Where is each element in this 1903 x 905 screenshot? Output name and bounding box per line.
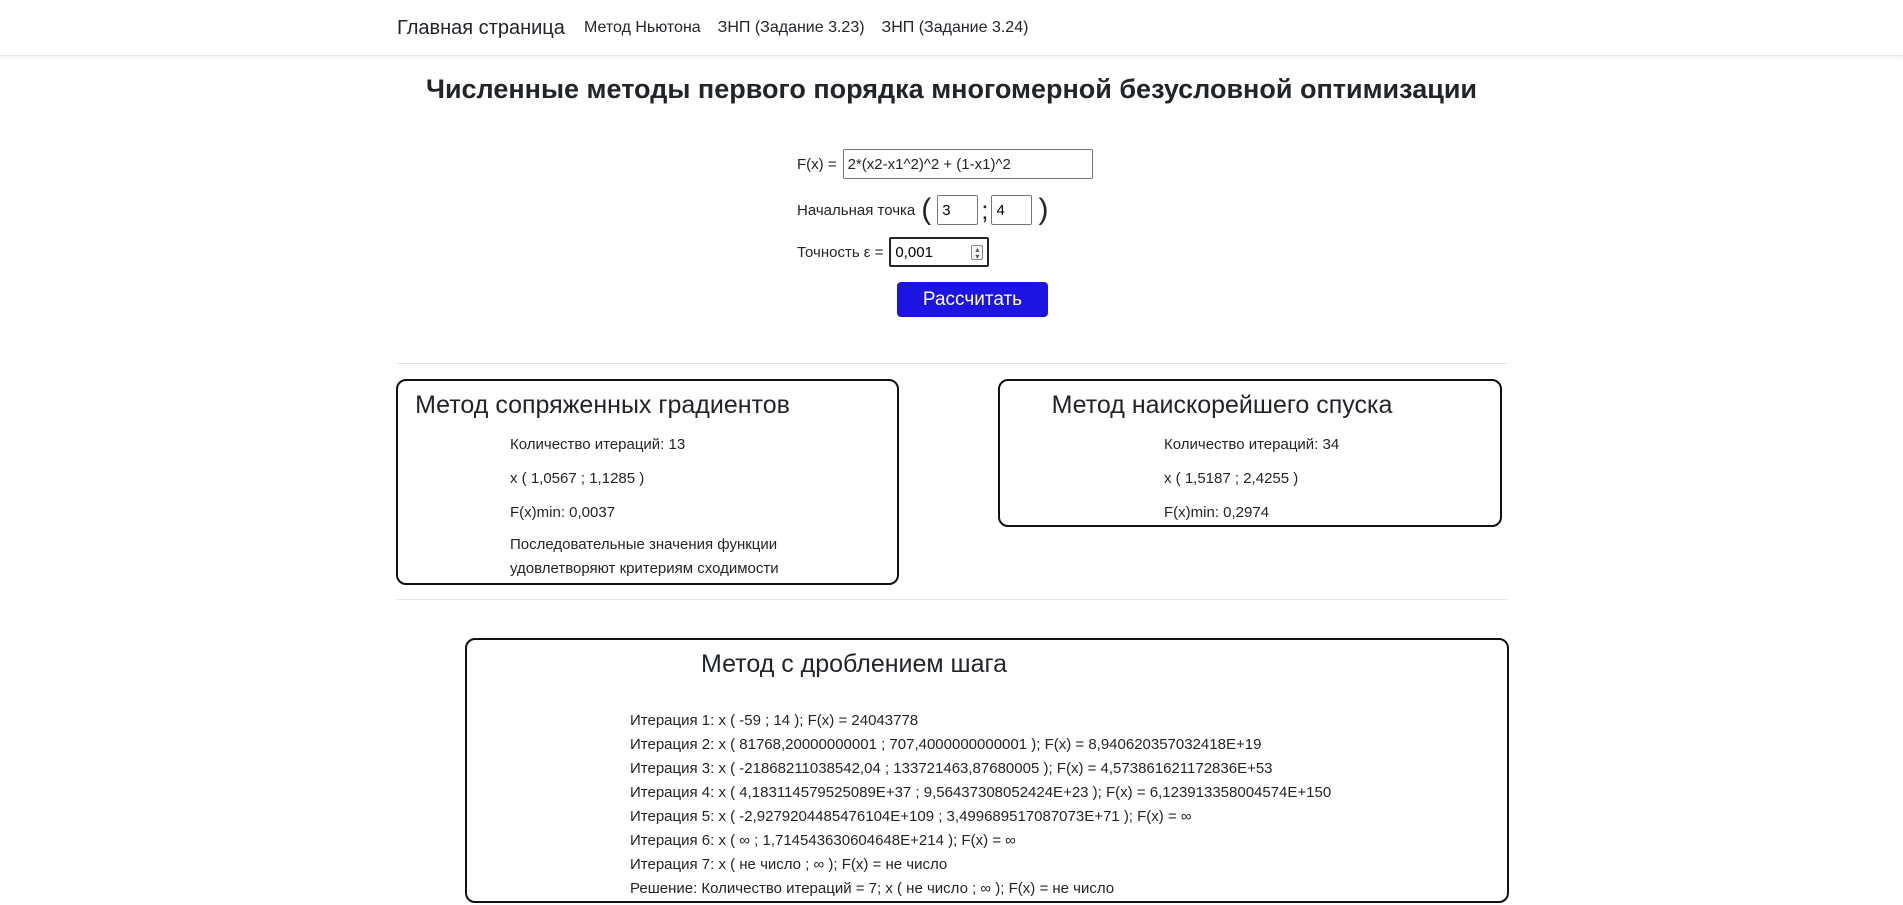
result-point: x ( 1,0567 ; 1,1285 ) xyxy=(510,470,645,487)
iterations-count: Количество итераций: 34 xyxy=(1164,436,1340,453)
steepest-descent-card: Метод наискорейшего спуска Количество ит… xyxy=(998,379,1502,527)
navbar: Главная страница Метод Ньютона ЗНП (Зада… xyxy=(0,0,1903,56)
brand-link[interactable]: Главная страница xyxy=(397,17,565,40)
iteration-line: Итерация 3: x ( -21868211038542,04 ; 133… xyxy=(630,760,1273,777)
iteration-list: Итерация 1: x ( -59 ; 14 ); F(x) = 24043… xyxy=(630,709,1331,901)
result-fmin: F(x)min: 0,0037 xyxy=(510,504,616,521)
coord-separator: ; xyxy=(981,195,989,225)
result-point: x ( 1,5187 ; 2,4255 ) xyxy=(1164,470,1299,487)
card-title: Метод сопряженных градиентов xyxy=(415,391,790,419)
convergence-note: Последовательные значения функции удовле… xyxy=(510,536,779,577)
iteration-line: Итерация 2: x ( 81768,20000000001 ; 707,… xyxy=(630,736,1262,753)
card-results: Количество итераций: 34 x ( 1,5187 ; 2,4… xyxy=(1164,435,1339,537)
function-row: F(x) = xyxy=(797,149,1093,179)
calculate-button[interactable]: Рассчитать xyxy=(897,282,1048,317)
divider xyxy=(397,599,1507,600)
conjugate-gradients-card: Метод сопряженных градиентов Количество … xyxy=(396,379,899,585)
close-paren: ) xyxy=(1038,193,1049,226)
result-fmin: F(x)min: 0,2974 xyxy=(1164,504,1270,521)
nav-link-newton[interactable]: Метод Ньютона xyxy=(584,19,701,37)
open-paren: ( xyxy=(921,193,932,226)
start-point-row: Начальная точка ( ; ) xyxy=(797,195,1054,225)
step-splitting-card: Метод с дроблением шага Итерация 1: x ( … xyxy=(465,638,1509,903)
spinner-icon[interactable]: ▴ ▾ xyxy=(971,245,984,261)
divider xyxy=(397,363,1507,364)
x2-input[interactable] xyxy=(991,195,1033,225)
nav-link-task-3-23[interactable]: ЗНП (Задание 3.23) xyxy=(718,19,865,37)
function-label: F(x) = xyxy=(797,155,837,173)
page-title: Численные методы первого порядка многоме… xyxy=(425,74,1478,104)
iteration-line: Итерация 5: x ( -2,9279204485476104E+109… xyxy=(630,808,1192,825)
card-title: Метод наискорейшего спуска xyxy=(1051,391,1393,419)
solution-line: Решение: Количество итераций = 7; x ( не… xyxy=(630,880,1115,897)
iterations-count: Количество итераций: 13 xyxy=(510,436,686,453)
iteration-line: Итерация 1: x ( -59 ; 14 ); F(x) = 24043… xyxy=(630,712,919,729)
function-input[interactable] xyxy=(842,149,1093,179)
x1-input[interactable] xyxy=(937,195,979,225)
iteration-line: Итерация 7: x ( не число ; ∞ ); F(x) = н… xyxy=(630,856,948,873)
nav-link-task-3-24[interactable]: ЗНП (Задание 3.24) xyxy=(882,19,1029,37)
iteration-line: Итерация 6: x ( ∞ ; 1,714543630604648E+2… xyxy=(630,832,1016,849)
precision-label: Точность ε = xyxy=(797,243,884,261)
iteration-line: Итерация 4: x ( 4,183114579525089E+37 ; … xyxy=(630,784,1332,801)
precision-row: Точность ε = ▴▾ xyxy=(797,237,990,267)
card-results: Количество итераций: 13 x ( 1,0567 ; 1,1… xyxy=(510,435,810,596)
start-point-label: Начальная точка xyxy=(797,201,916,219)
precision-field: ▴▾ xyxy=(889,237,990,267)
card-title: Метод с дроблением шага xyxy=(700,650,1007,678)
nav-links: Метод Ньютона ЗНП (Задание 3.23) ЗНП (За… xyxy=(584,19,1028,37)
